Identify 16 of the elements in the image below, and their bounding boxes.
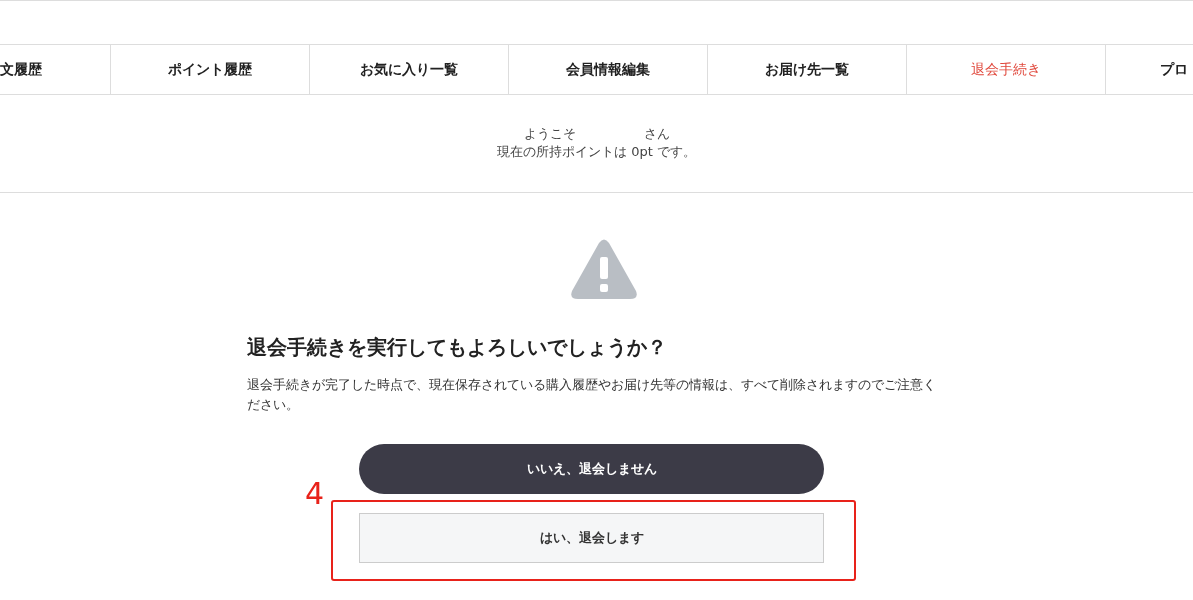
warning-icon (569, 239, 638, 301)
nav-tab[interactable]: 文履歴 (0, 45, 110, 94)
honorific-text: さん (643, 125, 670, 143)
confirm-heading: 退会手続きを実行してもよろしいでしょうか？ (246, 334, 667, 361)
points-text: 現在の所持ポイントは 0pt です。 (497, 143, 696, 161)
nav-tab[interactable]: 会員情報編集 (508, 45, 707, 94)
cancel-button[interactable]: いいえ、退会しません (359, 444, 824, 494)
nav-tab[interactable]: お届け先一覧 (707, 45, 906, 94)
nav-tab[interactable]: プロ (1105, 45, 1192, 94)
confirm-message: 退会手続きが完了した時点で、現在保存されている購入履歴やお届け先等の情報は、すべて削除されますのでご注意ください。 (246, 376, 937, 414)
nav-tab[interactable]: 退会手続き (906, 45, 1105, 94)
nav-tab[interactable]: お気に入り一覧 (309, 45, 508, 94)
annotation-number: 4 (305, 477, 325, 511)
welcome-text: ようこそ (523, 125, 576, 143)
withdraw-button[interactable]: はい、退会します (359, 513, 824, 563)
nav-tab[interactable]: ポイント履歴 (110, 45, 309, 94)
